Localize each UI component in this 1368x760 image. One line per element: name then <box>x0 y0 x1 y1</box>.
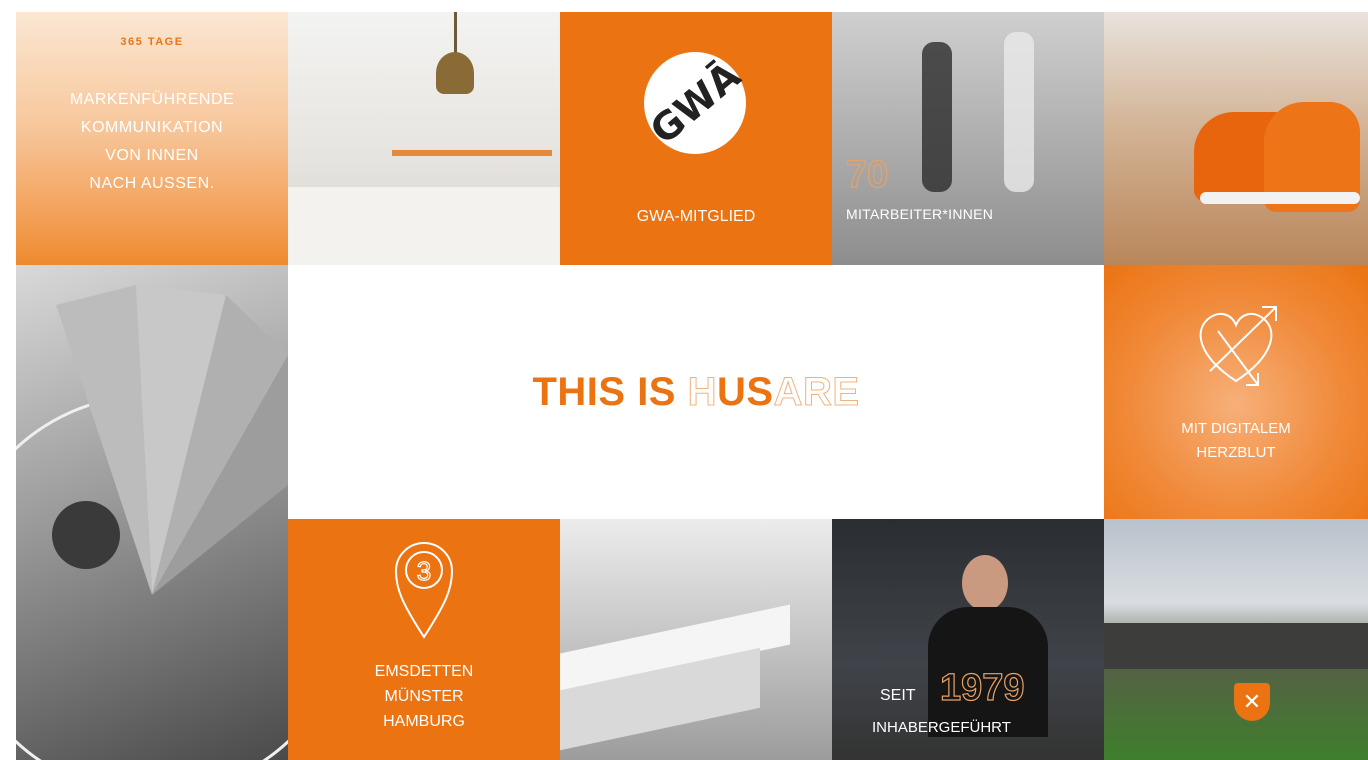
tile-grid: 365 TAGE MARKENFÜHRENDE KOMMUNIKATION VO… <box>16 12 1368 760</box>
pin-number: 3 <box>417 556 431 586</box>
city-item: HAMBURG <box>383 713 465 730</box>
person-silhouette <box>922 42 952 192</box>
gwa-logo-text: gwā <box>641 53 749 153</box>
headline-part: THIS IS <box>532 369 688 414</box>
claim-line: NACH AUSSEN. <box>89 175 215 192</box>
headline-part: ARE <box>773 369 860 414</box>
crowd-shape <box>1104 623 1368 669</box>
seit-label: SEIT <box>880 687 916 704</box>
bell-rope <box>454 12 457 56</box>
headline-part: US <box>717 369 774 414</box>
table-surface <box>288 187 560 265</box>
claim-line: MARKENFÜHRENDE <box>69 91 235 108</box>
claim-text: MARKENFÜHRENDE KOMMUNIKATION VON INNEN N… <box>16 86 288 198</box>
orange-shelf <box>392 150 552 156</box>
person-silhouette <box>1004 32 1034 192</box>
team-photo: ✕ <box>1104 519 1368 760</box>
bell-icon <box>436 52 474 94</box>
sneaker-sole <box>1200 192 1360 204</box>
staircase-photo <box>16 265 288 760</box>
heart-label-line: HERZBLUT <box>1196 444 1276 461</box>
person-head <box>962 555 1008 611</box>
crossed-tools-icon: ✕ <box>1234 683 1270 721</box>
founding-year: 1979 <box>939 666 1025 709</box>
claim-line: KOMMUNIKATION <box>80 119 224 136</box>
owner-label: INHABERGEFÜHRT <box>872 719 1011 736</box>
claim-line: VON INNEN <box>105 147 199 164</box>
heart-arrow-icon <box>1199 306 1277 386</box>
city-list: EMSDETTEN MÜNSTER HAMBURG <box>288 659 560 734</box>
gwa-logo: gwā <box>641 52 749 154</box>
heart-label: MIT DIGITALEM HERZBLUT <box>1104 417 1368 465</box>
heart-label-line: MIT DIGITALEM <box>1181 420 1291 437</box>
city-item: MÜNSTER <box>384 688 464 705</box>
tile-gwa: gwā GWA-MITGLIED <box>560 12 832 265</box>
employee-label: MITARBEITER*INNEN <box>846 206 994 222</box>
employee-count: 70 <box>845 153 889 196</box>
employees-photo: 70 MITARBEITER*INNEN <box>832 12 1104 265</box>
tile-locations: 3 EMSDETTEN MÜNSTER HAMBURG <box>288 519 560 760</box>
founder-photo: SEIT 1979 INHABERGEFÜHRT <box>832 519 1104 760</box>
spiral-stair-graphic <box>16 285 288 760</box>
tile-claim: 365 TAGE MARKENFÜHRENDE KOMMUNIKATION VO… <box>16 12 288 265</box>
city-item: EMSDETTEN <box>374 663 474 680</box>
tile-heart: MIT DIGITALEM HERZBLUT <box>1104 265 1368 519</box>
bell-photo <box>288 12 560 265</box>
headline-panel: THIS IS HUSARE <box>288 265 1104 519</box>
location-pin-icon: 3 <box>394 542 454 639</box>
sneakers-photo <box>1104 12 1368 265</box>
headline-part: H <box>687 369 717 414</box>
office-photo <box>560 519 832 760</box>
tile-tag: 365 TAGE <box>120 36 184 48</box>
headline: THIS IS HUSARE <box>532 369 860 415</box>
gwa-label: GWA-MITGLIED <box>636 208 756 225</box>
